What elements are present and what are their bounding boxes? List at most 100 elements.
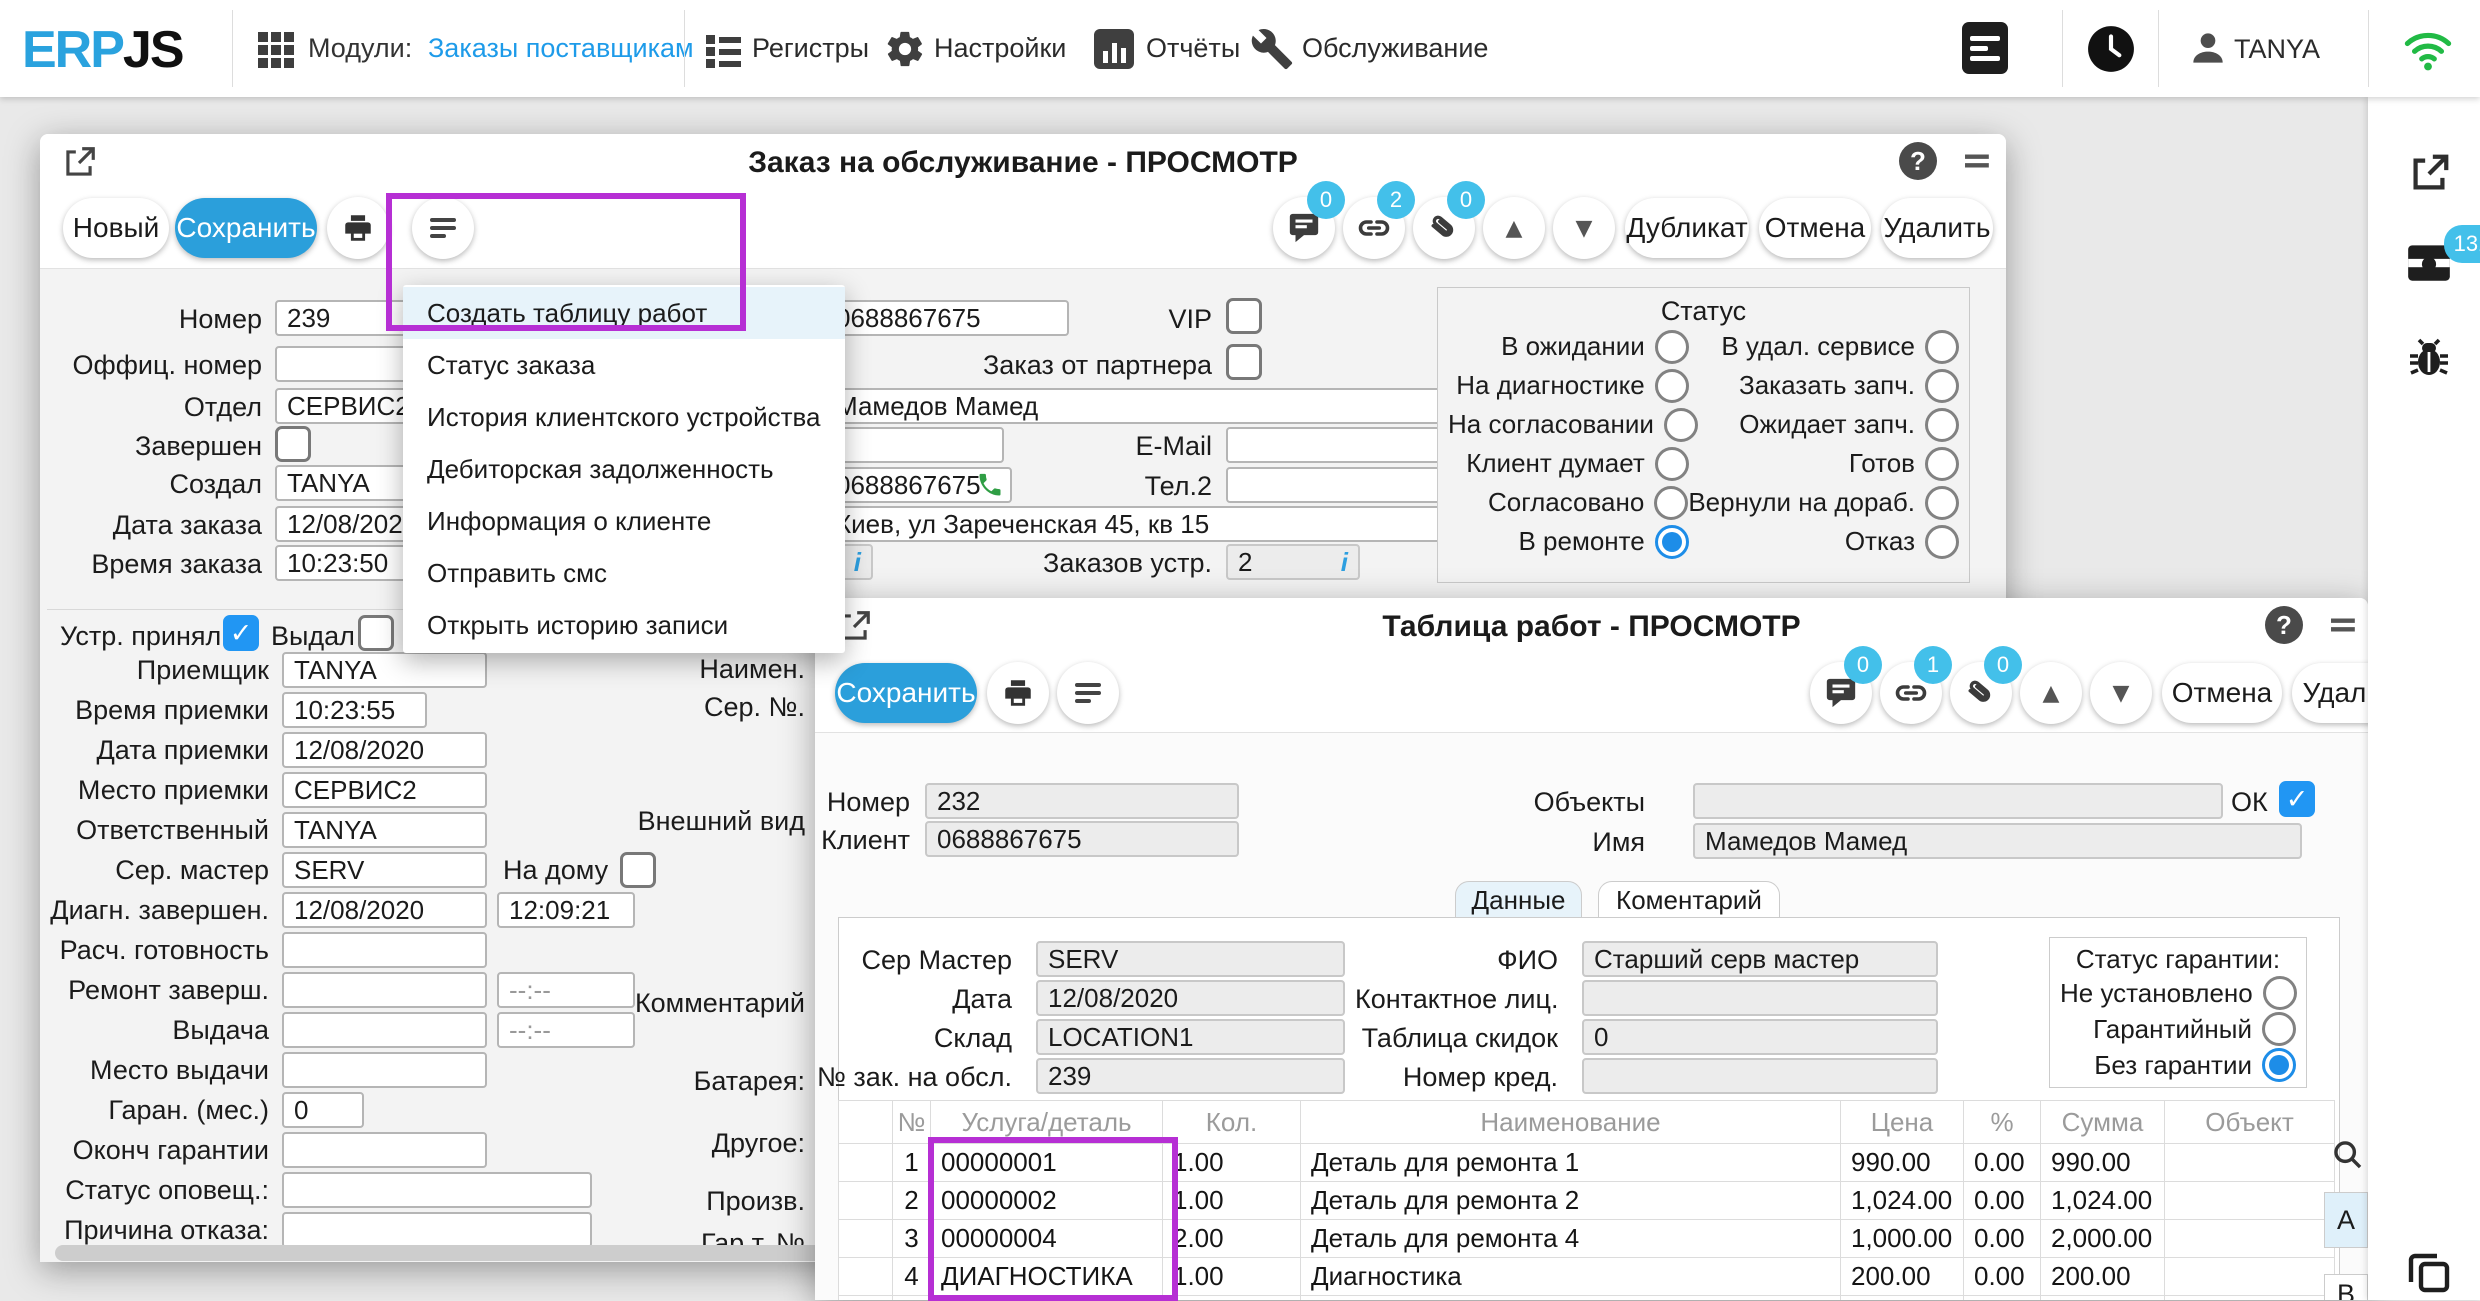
address-field[interactable]: Киев, ул Зареченская 45, кв 15 [824,506,1522,542]
device-field[interactable]: TANYA [282,652,487,688]
clock-icon[interactable] [2086,24,2136,74]
device-field[interactable] [282,932,487,968]
table-row[interactable]: 2000000021.00Деталь для ремонта 21,024.0… [839,1182,2335,1220]
device-field[interactable] [282,1012,487,1048]
new-button[interactable]: Новый [63,198,169,258]
device-field[interactable]: SERV [282,852,487,888]
status-radio[interactable] [1925,369,1959,403]
device-issued-checkbox[interactable] [358,615,394,651]
wt-num-field[interactable]: 232 [925,783,1239,819]
save-button[interactable]: Сохранить [835,663,977,723]
delete-button[interactable]: Удалить [2292,663,2368,723]
objects-field[interactable] [1693,783,2223,819]
save-button[interactable]: Сохранить [175,198,317,258]
tab-comment[interactable]: Коментарий [1598,881,1780,919]
warranty-radio[interactable] [2262,1048,2296,1082]
client-name-field[interactable]: Мамедов Мамед [824,388,1522,424]
app-logo[interactable]: ERPJS [22,20,183,80]
wt-name-field[interactable]: Мамедов Мамед [1693,823,2302,859]
date-field[interactable]: 12/08/2020 [1036,980,1345,1016]
status-radio[interactable] [1925,330,1959,364]
vip-checkbox[interactable] [1226,298,1262,334]
device-field[interactable]: TANYA [282,812,487,848]
nav-settings[interactable]: Настройки [934,33,1066,64]
table-filter-a-button[interactable]: А [2324,1192,2368,1248]
device-field-time[interactable]: 12:09:21 [497,892,635,928]
attachments-button[interactable]: 0 [1413,197,1475,259]
warranty-radio[interactable] [2262,1012,2296,1046]
print-button[interactable] [327,197,389,259]
comments-button[interactable]: 0 [1810,662,1872,724]
status-radio[interactable] [1655,330,1689,364]
status-radio[interactable] [1655,369,1689,403]
print-button[interactable] [987,662,1049,724]
info-icon[interactable]: i [854,547,861,578]
actions-menu-button[interactable] [1057,662,1119,724]
links-button[interactable]: 2 [1343,197,1405,259]
table-row-empty[interactable] [839,1296,2335,1301]
status-radio[interactable] [1925,486,1959,520]
device-field[interactable]: 12/08/2020 [282,732,487,768]
table-row[interactable]: 1000000011.00Деталь для ремонта 1990.000… [839,1144,2335,1182]
modules-current-link[interactable]: Заказы поставщикам [428,33,694,64]
order-ref-field[interactable]: 239 [1036,1058,1345,1094]
wifi-icon[interactable] [2402,24,2454,76]
inbox-icon[interactable]: 131 [2404,237,2454,287]
device-field[interactable]: 0 [282,1092,364,1128]
device-orders-field[interactable]: 2 i [1226,544,1360,580]
wt-client-field[interactable]: 0688867675 [925,821,1239,857]
completed-checkbox[interactable] [275,426,311,462]
home-service-checkbox[interactable] [620,852,656,888]
minimize-icon[interactable]: = [1961,138,1993,182]
table-filter-b-button[interactable]: В [2324,1274,2368,1300]
credit-field[interactable] [1582,1058,1938,1094]
device-field[interactable] [282,1212,592,1248]
status-radio[interactable] [1925,408,1959,442]
device-field[interactable] [282,1052,487,1088]
minimize-icon[interactable]: = [2327,602,2359,646]
nav-maintenance[interactable]: Обслуживание [1302,33,1488,64]
device-field[interactable] [282,1132,487,1168]
status-radio[interactable] [1925,447,1959,481]
cancel-button[interactable]: Отмена [2162,663,2282,723]
menu-item[interactable]: Информация о клиенте [403,495,845,547]
next-record-button[interactable]: ▼ [1553,197,1615,259]
master-field[interactable]: SERV [1036,941,1345,977]
delete-button[interactable]: Удалить [1881,198,1993,258]
device-field[interactable]: 12/08/2020 [282,892,487,928]
duplicate-button[interactable]: Дубликат [1625,198,1749,258]
status-radio[interactable] [1655,447,1689,481]
next-record-button[interactable]: ▼ [2090,662,2152,724]
device-field[interactable]: 10:23:55 [282,692,427,728]
contact-field[interactable] [1582,980,1938,1016]
table-search-button[interactable] [2328,1132,2368,1178]
device-field[interactable] [282,972,487,1008]
status-radio[interactable] [1655,525,1689,559]
copy-icon[interactable] [2404,1247,2454,1297]
menu-item[interactable]: Отправить смс [403,547,845,599]
links-button[interactable]: 1 [1880,662,1942,724]
table-row[interactable]: 3000000042.00Деталь для ремонта 41,000.0… [839,1220,2335,1258]
menu-item[interactable]: История клиентского устройства [403,391,845,443]
status-radio[interactable] [1925,525,1959,559]
nav-reports[interactable]: Отчёты [1146,33,1240,64]
nav-registers[interactable]: Регистры [752,33,869,64]
cancel-button[interactable]: Отмена [1759,198,1871,258]
actions-menu-button[interactable] [412,197,474,259]
device-field[interactable]: СЕРВИС2 [282,772,487,808]
journal-icon[interactable] [1962,22,2008,74]
prev-record-button[interactable]: ▲ [2020,662,2082,724]
partner-checkbox[interactable] [1226,344,1262,380]
info-icon[interactable]: i [1341,547,1348,578]
discount-field[interactable]: 0 [1582,1019,1938,1055]
comments-button[interactable]: 0 [1273,197,1335,259]
help-icon[interactable]: ? [1899,142,1937,180]
warehouse-field[interactable]: LOCATION1 [1036,1019,1345,1055]
menu-item[interactable]: Статус заказа [403,339,845,391]
fio-field[interactable]: Старший серв мастер [1582,941,1938,977]
device-field[interactable] [282,1172,592,1208]
open-external-icon[interactable] [2404,149,2454,199]
user-name[interactable]: TANYA [2234,34,2320,65]
modules-grid-icon[interactable] [258,32,294,68]
menu-item[interactable]: Открыть историю записи [403,599,845,651]
